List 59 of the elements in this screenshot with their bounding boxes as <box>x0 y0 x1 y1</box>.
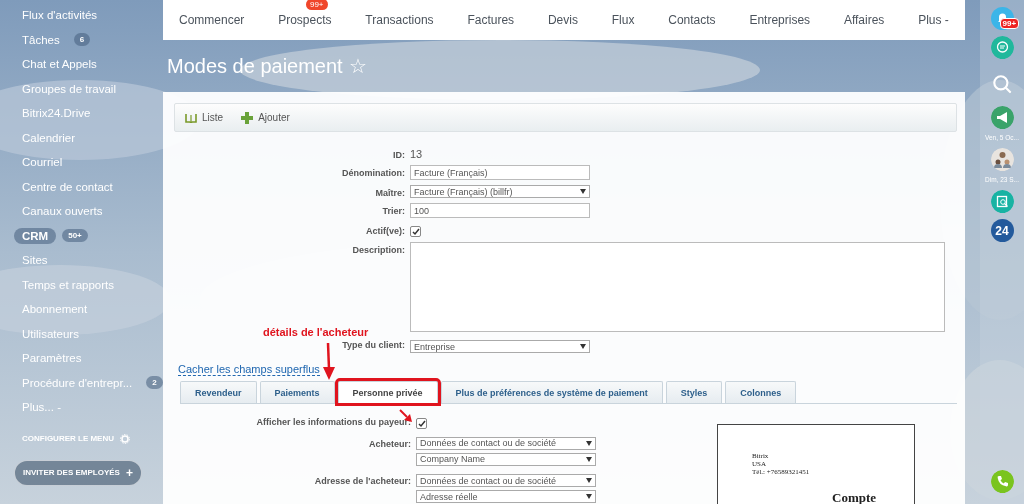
count-badge: 50+ <box>62 229 88 243</box>
annotation-arrow <box>321 343 337 381</box>
field-label: Trier: <box>381 205 405 216</box>
page-title: Modes de paiement <box>167 54 343 78</box>
nav-link[interactable]: Contacts <box>668 13 716 27</box>
nav-link[interactable]: Devis <box>547 13 578 27</box>
field-label: Afficher les informations du payeur: <box>255 416 411 429</box>
nav-link[interactable]: Entreprises <box>749 13 811 27</box>
field-label: Maître: <box>374 187 405 198</box>
tab[interactable]: Colonnes <box>725 381 797 403</box>
tab[interactable]: Plus de préférences de système de paiement <box>440 381 663 403</box>
book-icon <box>185 112 197 123</box>
field-label: ID: <box>392 149 405 160</box>
tab[interactable]: Styles <box>665 381 723 403</box>
search-icon[interactable] <box>990 73 1014 96</box>
field-label: Type du client: <box>341 339 405 350</box>
nav-link[interactable]: Flux <box>611 13 635 27</box>
input-field[interactable]: 100 <box>410 203 590 218</box>
input-field[interactable]: Facture (Français) <box>410 165 590 180</box>
settings-icon[interactable] <box>120 433 130 444</box>
toolbar-button[interactable]: Ajouter <box>241 111 290 124</box>
id-value: 13 <box>410 147 424 160</box>
tab[interactable]: Paiements <box>259 381 335 403</box>
avatar-icon[interactable] <box>990 148 1014 171</box>
select-field[interactable]: Données de contact ou de société <box>416 474 596 488</box>
screen-search-icon[interactable] <box>990 190 1014 213</box>
checkbox[interactable] <box>410 226 421 237</box>
select-field[interactable]: Données de contact ou de société <box>416 436 596 450</box>
field-label: Acheteur: <box>368 437 411 451</box>
count-badge: 99+ <box>999 18 1020 29</box>
field-label: Actif(ve): <box>365 225 405 236</box>
field-label: Dénomination: <box>341 167 405 178</box>
sidebar-item[interactable]: CRM <box>14 227 57 244</box>
select-field[interactable]: Entreprise <box>410 340 590 353</box>
select-field[interactable]: Facture (Français) (billfr) <box>410 185 590 198</box>
annotation-label: détails de l'acheteur <box>263 326 369 338</box>
plus-icon <box>241 111 254 124</box>
count-badge: 6 <box>73 33 91 47</box>
megaphone-icon[interactable] <box>990 106 1014 129</box>
count-badge: 99+ <box>305 0 328 10</box>
tab[interactable]: Revendeur <box>180 381 257 403</box>
phone-icon[interactable] <box>990 470 1014 493</box>
tab[interactable]: Personne privée <box>337 381 438 403</box>
field-label: Adresse de l'acheteur: <box>313 475 411 489</box>
nav-link[interactable]: Commencer <box>179 13 245 27</box>
select-field[interactable]: Company Name <box>416 452 596 466</box>
preview-heading: Compte <box>832 490 878 504</box>
description-textarea[interactable] <box>410 242 945 332</box>
nav-link[interactable]: Factures <box>467 13 515 27</box>
nav-link[interactable]: Transactions <box>365 13 434 27</box>
count-badge: 2 <box>146 376 163 390</box>
nav-link[interactable]: Affaires <box>843 13 885 27</box>
nav-link[interactable]: Plus - <box>918 13 949 27</box>
toggle-fields-link[interactable]: Cacher les champs superflus <box>178 363 320 376</box>
chat-icon[interactable] <box>990 36 1014 59</box>
toolbar-button[interactable]: Liste <box>185 112 224 123</box>
select-field[interactable]: Adresse réelle <box>416 490 596 504</box>
field-label: Description: <box>351 244 405 255</box>
checkbox[interactable] <box>416 418 427 429</box>
